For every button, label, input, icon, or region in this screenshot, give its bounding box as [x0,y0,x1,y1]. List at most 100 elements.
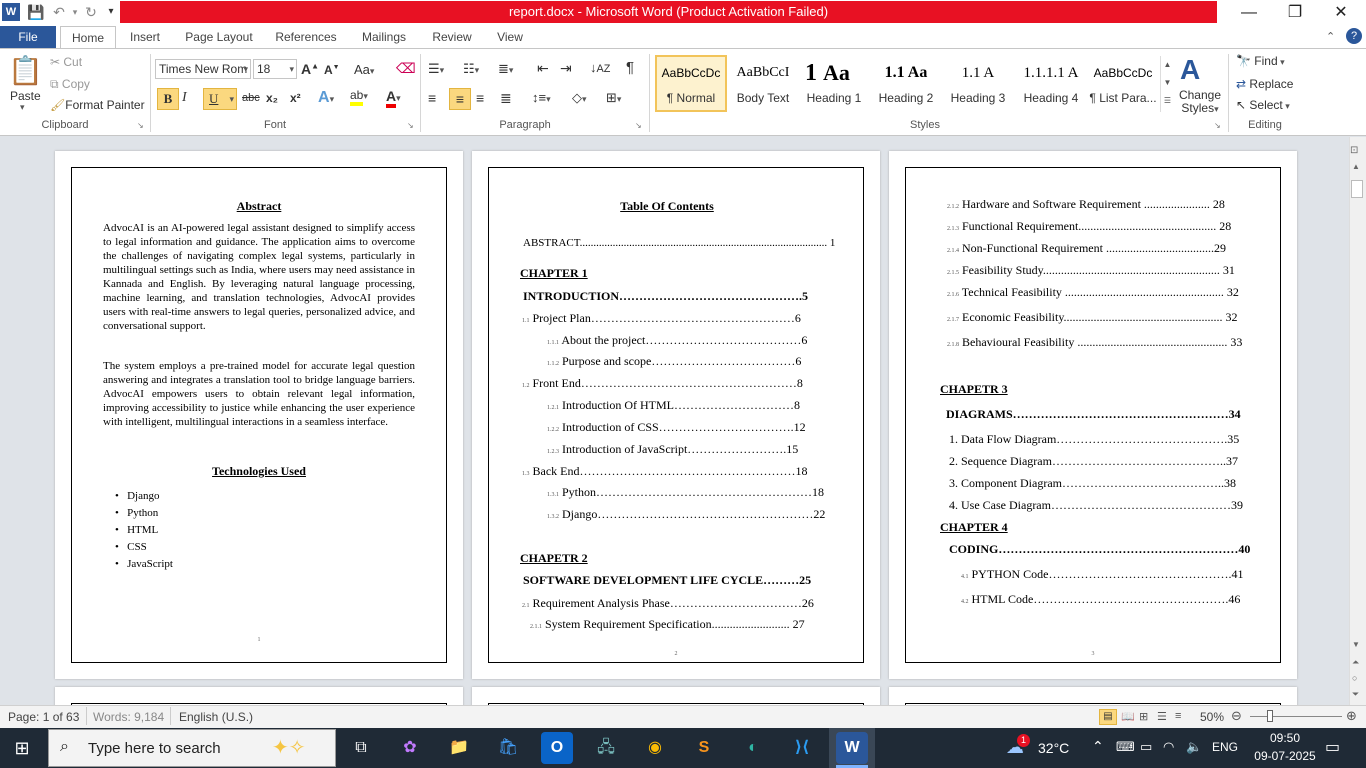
display-icon[interactable]: ▭ [1140,739,1152,755]
decrease-indent-icon[interactable]: ⇤ [537,60,549,77]
document-area[interactable]: Abstract AdvocAI is an AI-powered legal … [0,137,1349,705]
shrink-font-icon[interactable]: A▼ [324,63,340,77]
print-layout-icon[interactable]: ▤ [1099,709,1117,725]
next-page-icon[interactable]: ⏷ [1352,689,1359,700]
document-page-3[interactable]: 2.1.2 Hardware and Software Requirement … [889,151,1297,679]
tab-review[interactable]: Review [426,26,478,48]
multilevel-list-icon[interactable]: ≣▾ [498,61,513,77]
font-name-field[interactable]: Times New Rom ▾ [155,59,251,79]
style-body-text[interactable]: AaBbCcI Body Text [727,56,799,112]
increase-indent-icon[interactable]: ⇥ [560,60,572,77]
style-heading-1[interactable]: 1 Aa Heading 1 [799,56,869,112]
tab-page-layout[interactable]: Page Layout [180,26,258,48]
save-icon[interactable]: 💾 [27,3,45,21]
browse-object-icon[interactable]: ○ [1352,673,1357,683]
outlook-icon[interactable]: O [541,732,573,764]
superscript-button[interactable]: x² [290,91,301,105]
underline-button[interactable]: U ▾ [203,88,237,110]
sort-icon[interactable]: ↓AZ [590,60,610,75]
restore-button[interactable]: ❐ [1272,0,1318,26]
input-language[interactable]: ENG [1212,740,1238,754]
change-styles-icon[interactable]: A [1180,54,1200,86]
zoom-level[interactable]: 50% [1200,710,1224,724]
help-icon[interactable]: ? [1346,28,1362,44]
zoom-slider-track[interactable] [1250,716,1342,717]
vscode-icon[interactable]: ⟩⟨ [786,732,818,764]
full-screen-reading-icon[interactable]: 📖 [1121,710,1135,723]
zoom-out-icon[interactable]: ⊖ [1231,708,1242,724]
bold-button[interactable]: B [157,88,179,110]
minimize-button[interactable]: — [1226,0,1272,26]
previous-page-icon[interactable]: ⏶ [1352,657,1359,668]
style-heading-2[interactable]: 1.1 Aa Heading 2 [871,56,941,112]
format-painter-button[interactable]: 🖌Format Painter [50,98,145,112]
close-button[interactable]: ✕ [1318,0,1364,26]
style-normal[interactable]: AaBbCcDc ¶ Normal [655,56,727,112]
document-page-1[interactable]: Abstract AdvocAI is an AI-powered legal … [55,151,463,679]
network-app-icon[interactable]: 🖧 [590,732,622,764]
word-app-icon[interactable]: W [2,3,20,21]
clipboard-launcher-icon[interactable]: ↘ [137,121,144,130]
justify-icon[interactable]: ≣ [500,90,512,107]
tab-file[interactable]: File [0,26,56,48]
word-taskbar-icon[interactable]: W [836,732,868,764]
styles-scroll[interactable]: ▲ ▼ ☰ [1160,56,1174,112]
chrome-icon[interactable]: ◉ [639,732,671,764]
document-page-6[interactable] [889,687,1297,705]
task-view-icon[interactable]: ⧉ [345,732,377,764]
scroll-up-icon[interactable]: ▲ [1352,162,1360,171]
customize-toolbar-icon[interactable]: ▾ [102,3,120,21]
style-heading-4[interactable]: 1.1.1.1 A Heading 4 [1015,56,1087,112]
notification-center-icon[interactable]: ▭ [1325,737,1340,757]
paste-button[interactable]: Paste [10,89,41,103]
store-icon[interactable]: 🛍 [492,732,524,764]
paragraph-launcher-icon[interactable]: ↘ [635,121,642,130]
ruler-toggle-icon[interactable]: ⊡ [1350,145,1358,156]
word-count-status[interactable]: Words: 9,184 [93,710,164,724]
document-page-2[interactable]: Table Of Contents ABSTRACT..............… [472,151,880,679]
select-button[interactable]: ↖ Select ▾ [1236,98,1290,112]
style-heading-3[interactable]: 1.1 A Heading 3 [943,56,1013,112]
meet-icon[interactable]: ⌨ [1116,739,1135,755]
borders-icon[interactable]: ⊞▾ [606,90,621,106]
italic-button[interactable]: I [182,90,187,106]
redo-icon[interactable]: ↻ [82,3,100,21]
windows-start-icon[interactable]: ⊞ [12,738,32,758]
scrollbar-thumb[interactable] [1351,180,1363,198]
change-case-icon[interactable]: Aa▾ [354,62,374,77]
document-page-4[interactable] [55,687,463,705]
clock-date[interactable]: 09-07-2025 [1247,749,1323,763]
style-list-paragraph[interactable]: AaBbCcDc ¶ List Para... [1087,56,1159,112]
tab-home[interactable]: Home [60,26,116,49]
vertical-scrollbar[interactable] [1349,137,1366,705]
paste-icon[interactable]: 📋 [8,54,43,88]
highlight-color-icon[interactable]: ab▾ [350,88,368,106]
subscript-button[interactable]: x₂ [266,91,278,105]
text-effects-icon[interactable]: A▾ [318,89,334,107]
cut-button[interactable]: ✂ Cut [50,55,82,69]
zoom-slider-thumb[interactable] [1267,710,1273,722]
line-spacing-icon[interactable]: ↕≡▾ [532,90,551,105]
temperature[interactable]: 32°C [1038,740,1069,756]
web-layout-icon[interactable]: ⊞ [1139,710,1148,723]
strikethrough-button[interactable]: abc [242,92,260,104]
clear-formatting-icon[interactable]: ⌫ [396,60,416,77]
volume-icon[interactable]: 🔈 [1186,739,1202,755]
scroll-down-icon[interactable]: ▼ [1352,640,1360,649]
outline-icon[interactable]: ☰ [1157,710,1167,723]
draft-icon[interactable]: ≡ [1175,710,1181,722]
replace-button[interactable]: ⇄ Replace [1236,77,1293,91]
copy-button[interactable]: ⧉ Copy [50,77,90,92]
sublime-icon[interactable]: S [688,732,720,764]
align-center-icon[interactable]: ≡ [449,88,471,110]
align-right-icon[interactable]: ≡ [476,90,484,106]
numbering-icon[interactable]: ☷▾ [463,61,479,77]
page-count-status[interactable]: Page: 1 of 63 [8,710,79,724]
find-button[interactable]: 🔭 Find ▾ [1236,54,1285,68]
font-size-field[interactable]: 18 ▾ [253,59,297,79]
language-status[interactable]: English (U.S.) [179,710,253,724]
zoom-in-icon[interactable]: ⊕ [1346,708,1357,724]
grow-font-icon[interactable]: A▲ [301,61,319,77]
show-formatting-icon[interactable]: ¶ [626,59,634,76]
bullets-icon[interactable]: ☰▾ [428,61,444,77]
